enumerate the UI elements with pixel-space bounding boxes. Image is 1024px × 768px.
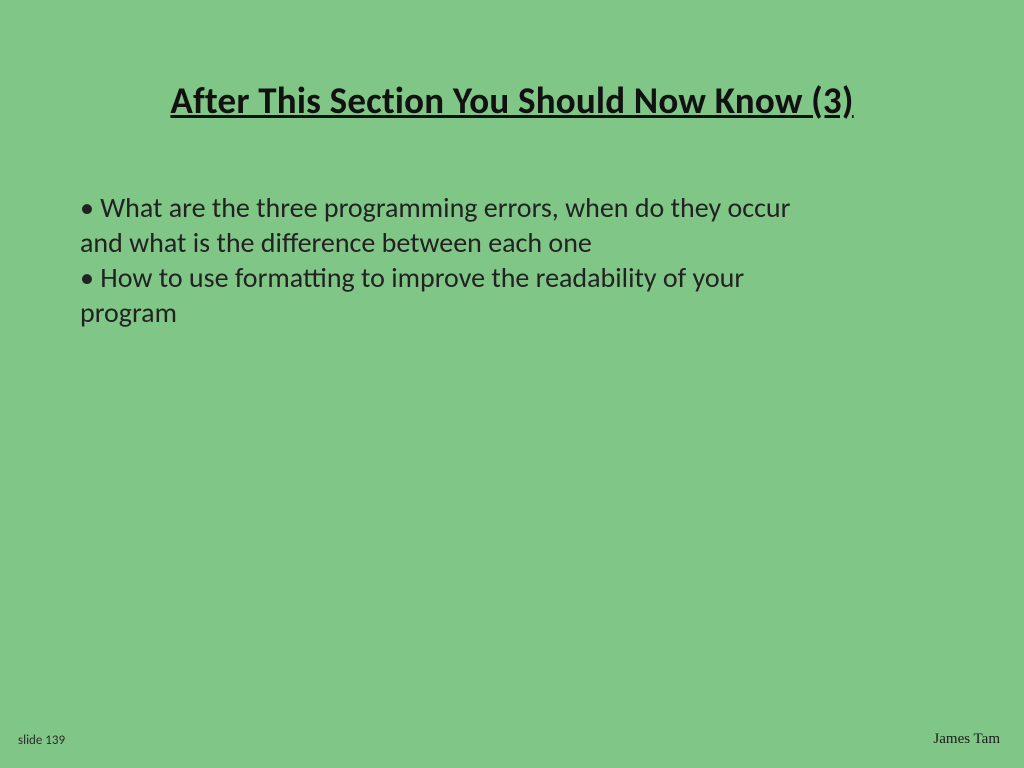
bullet-item-continuation: and what is the difference between each …: [68, 225, 956, 260]
slide-title: After This Section You Should Now Know (…: [0, 78, 1024, 123]
slide-number: slide 139: [18, 733, 65, 748]
bullet-item-continuation: program: [68, 295, 956, 330]
bullet-item: • What are the three programming errors,…: [68, 190, 956, 225]
slide-body: • What are the three programming errors,…: [68, 190, 956, 330]
author-name: James Tam: [933, 731, 1000, 748]
bullet-item: • How to use formatting to improve the r…: [68, 260, 956, 295]
